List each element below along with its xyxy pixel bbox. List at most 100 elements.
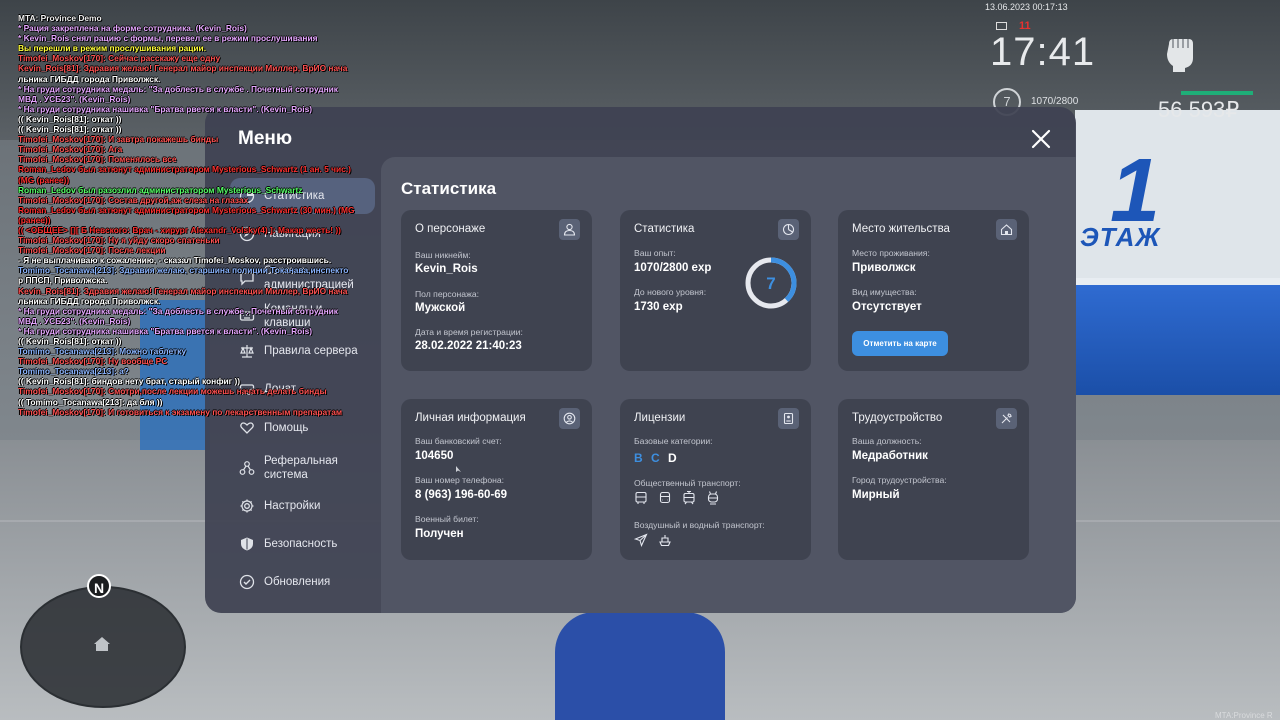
military-value: Получен: [415, 528, 464, 540]
base-categories-label: Базовые категории:: [634, 436, 713, 446]
trolleybus-icon: [707, 491, 719, 505]
residence-card: Место жительства Место проживания: Приво…: [838, 210, 1029, 371]
chat-line: Tomimo_Tocanawa[213]: Можно таблетку: [18, 346, 186, 357]
chat-line: Timofei_Moskov[170]: Состав другой,аж сл…: [18, 194, 249, 205]
chat-line: Timofei_Moskov[170]: И готовиться к экза…: [18, 406, 343, 417]
phone-value: 8 (963) 196-60-69: [415, 489, 508, 501]
exp-label: Ваш опыт:: [634, 248, 676, 258]
phone-label: Ваш номер телефона:: [415, 475, 505, 485]
chat-line: Timofei_Moskov[170]: Смотри,после лекции…: [18, 386, 327, 397]
server-footer: MTA:Province R: [1215, 711, 1273, 720]
chat-line: МВД . УСБ23". (Kevin_Rois): [18, 315, 131, 326]
chat-line: - Я не выплачиваю к сожалению, - сказал …: [18, 255, 332, 266]
chat-line: (( <ОБЩЕЕ> [][ Б Невского: Врач - хирург…: [18, 224, 341, 235]
hud-xp: 1070/2800: [1031, 96, 1079, 107]
chat-line: Kevin_Rois[81]: Здравия желаю! Генерал м…: [18, 285, 348, 296]
house-icon: [94, 637, 110, 651]
residence-place-value: Приволжск: [852, 262, 916, 274]
nav-item-referral[interactable]: Реферальная система: [230, 448, 375, 488]
nav-label: Реферальная система: [264, 455, 338, 481]
chat-log: MTA: Province Demo * Рация закреплена на …: [18, 13, 438, 417]
nav-item-security[interactable]: Безопасность: [230, 526, 375, 562]
residence-place-label: Место проживания:: [852, 248, 930, 258]
position-label: Ваша должность:: [852, 436, 922, 446]
public-transport-label: Общественный транспорт:: [634, 478, 741, 488]
property-value: Отсутствует: [852, 301, 922, 313]
property-label: Вид имущества:: [852, 287, 917, 297]
chat-line: Timofei_Moskov[170]: И завтра покажешь б…: [18, 134, 219, 145]
category-c: C: [651, 451, 660, 465]
level-progress-ring: 7: [745, 257, 797, 309]
nav-item-updates[interactable]: Обновления: [230, 564, 375, 600]
chat-line: МВД . УСБ23". (Kevin_Rois): [18, 93, 131, 104]
chat-line: Roman_Ledov был затюнут администратором …: [18, 204, 355, 215]
employment-card: Трудоустройство Ваша должность: Медработ…: [838, 399, 1029, 560]
chat-line: * На груди сотрудника нашивка "Братва рв…: [18, 103, 313, 114]
chat-line: Timofei_Moskov[170]: Ну я уйду скоро спа…: [18, 235, 220, 246]
work-city-value: Мирный: [852, 489, 900, 501]
category-d: D: [668, 451, 677, 465]
category-b: B: [634, 451, 643, 465]
pie-chart-icon: [778, 219, 799, 240]
gear-icon: [240, 499, 254, 513]
bank-value: 104650: [415, 450, 454, 462]
chat-line: Timofei_Moskov[170]: Ага: [18, 144, 123, 155]
heart-hand-icon: [240, 422, 254, 434]
chat-line: Roman_Ledov был разозлил администратором…: [18, 184, 303, 195]
chat-line: Roman_Ledov был затюнут администратором …: [18, 164, 351, 175]
mark-on-map-button[interactable]: Отметить на карте: [852, 331, 948, 356]
update-icon: [239, 574, 255, 590]
user-icon: [559, 219, 580, 240]
chat-line: (( Kevin_Rois[81]: откат )): [18, 124, 122, 135]
hud-health-bar: [1181, 91, 1253, 95]
card-title: Место жительства: [852, 223, 950, 235]
nav-item-settings[interactable]: Настройки: [230, 488, 375, 524]
bus-front-icon: [659, 491, 671, 504]
chat-line: Timofei_Moskov[170]: Поменялось все: [18, 154, 177, 165]
close-button[interactable]: [1030, 128, 1052, 150]
minimap-north-marker: N: [87, 574, 111, 598]
hud-time: 17:41: [990, 30, 1096, 74]
next-level-label: До нового уровня:: [634, 287, 707, 297]
nav-label: Настройки: [264, 500, 321, 512]
chat-line: льника ГИБДД города Приволжск.: [18, 295, 161, 306]
tram-icon: [683, 491, 695, 505]
id-card-icon: [778, 408, 799, 429]
chat-line: Timofei_Moskov[170]: Сейчас расскажу еще…: [18, 53, 221, 64]
chat-line: (ранее)): [18, 214, 51, 225]
shield-icon: [241, 537, 253, 551]
nav-label: Безопасность: [264, 538, 338, 550]
chat-line: р ППСП, Приволжска.: [18, 275, 108, 286]
chat-line: льника ГИБДД города Приволжск.: [18, 73, 161, 84]
chat-line: Tomimo_Tocanawa[213]: а?: [18, 366, 129, 377]
chat-line: MTA: Province Demo: [18, 13, 102, 23]
reception-counter: [1075, 285, 1280, 395]
chat-line: * На груди сотрудника медаль: "За доблес…: [18, 83, 338, 94]
hud-money: 56 593₽: [1158, 97, 1240, 122]
chat-line: * На груди сотрудника нашивка "Братва рв…: [18, 325, 313, 336]
chat-line: (MG (ранее)): [18, 174, 70, 185]
licenses-card: Лицензии Базовые категории: B C D Общест…: [620, 399, 811, 560]
chat-line: * На груди сотрудника медаль: "За доблес…: [18, 305, 338, 316]
user-circle-icon: [559, 408, 580, 429]
level-number: 7: [766, 274, 775, 293]
mail-icon: [996, 22, 1007, 30]
fist-icon: [1167, 39, 1193, 72]
card-title: Статистика: [634, 223, 695, 235]
floor-word-sign: ЭТАЖ: [1080, 222, 1161, 252]
plane-icon: [634, 533, 648, 547]
chat-line: Timofei_Moskov[170]: Ну вообще PC: [18, 356, 168, 367]
chat-line: (( Kevin_Rois[81]: откат )): [18, 113, 122, 124]
chat-line: (( Kevin_Rois[81]: откат )): [18, 336, 122, 346]
card-title: Лицензии: [634, 412, 686, 424]
bank-label: Ваш банковский счет:: [415, 436, 502, 446]
player-character: [555, 612, 725, 720]
next-level-value: 1730 exp: [634, 301, 683, 313]
chat-line: (( Tomimo_Tocanawa[213]: да бля )): [18, 396, 163, 407]
mouse-cursor-icon: [456, 466, 461, 472]
chat-line: * Рация закреплена на форме сотрудника. …: [18, 23, 247, 34]
air-water-transport-label: Воздушный и водный транспорт:: [634, 520, 765, 530]
nav-label: Помощь: [264, 422, 309, 434]
statistics-card: Статистика Ваш опыт: 1070/2800 exp До но…: [620, 210, 811, 371]
home-icon: [996, 219, 1017, 240]
